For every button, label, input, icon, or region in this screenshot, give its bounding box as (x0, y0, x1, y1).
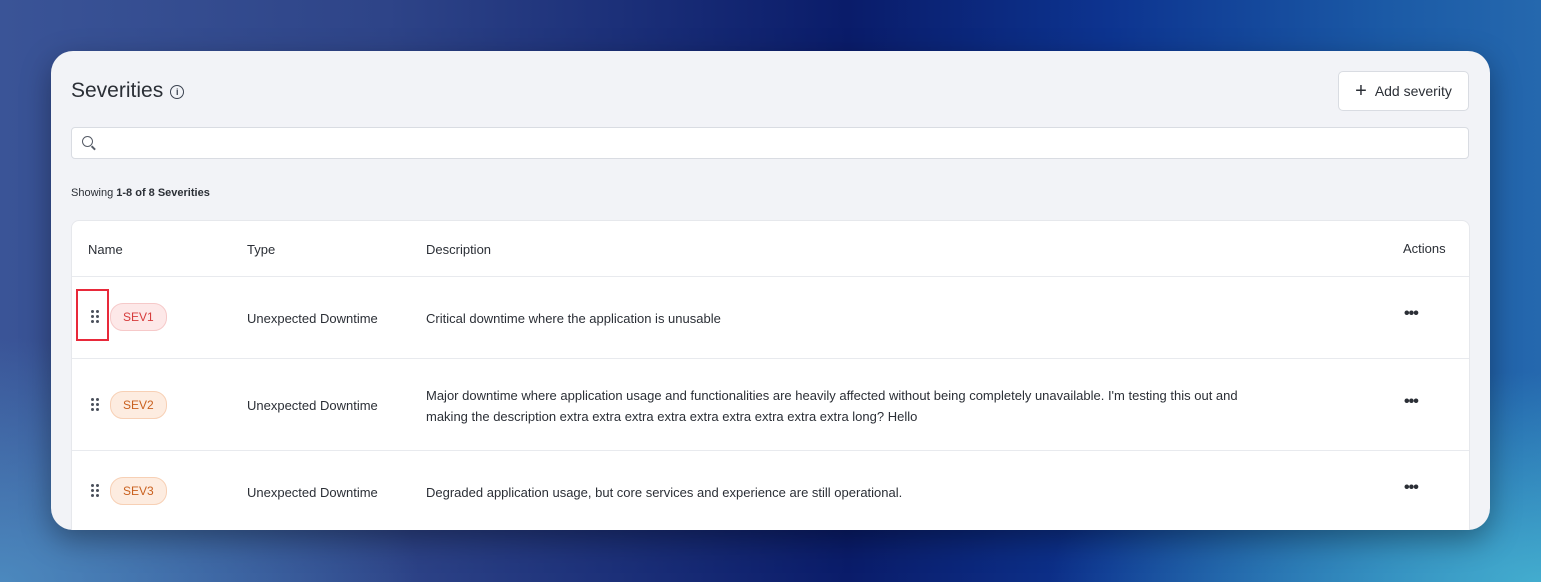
severities-table: Name Type Description Actions SEV1 Unexp… (71, 220, 1470, 530)
severity-description-line1: Major downtime where application usage a… (426, 388, 1238, 403)
page-title-text: Severities (71, 79, 164, 102)
search-input[interactable] (102, 128, 1456, 160)
severity-type: Unexpected Downtime (247, 398, 378, 413)
results-count-prefix: Showing (71, 187, 117, 199)
severity-type: Unexpected Downtime (247, 485, 378, 500)
severity-description: Degraded application usage, but core ser… (426, 485, 903, 500)
column-header-type[interactable]: Type (247, 242, 275, 257)
severity-description: Critical downtime where the application … (426, 311, 721, 326)
table-row: SEV2 Unexpected Downtime Major downtime … (72, 359, 1469, 451)
severities-panel: Severities i + Add severity Showing 1-8 … (51, 51, 1490, 530)
column-header-description[interactable]: Description (426, 242, 491, 257)
severity-badge: SEV2 (110, 391, 167, 419)
severity-type: Unexpected Downtime (247, 311, 378, 326)
drag-handle-icon[interactable] (91, 484, 99, 498)
more-actions-icon[interactable]: ••• (1404, 393, 1419, 411)
column-header-name[interactable]: Name (88, 242, 123, 257)
add-severity-label: Add severity (1374, 83, 1452, 99)
info-icon[interactable]: i (170, 85, 185, 99)
drag-handle-icon[interactable] (91, 398, 99, 412)
column-header-actions: Actions (1403, 241, 1446, 256)
table-row: SEV1 Unexpected Downtime Critical downti… (72, 277, 1469, 359)
severity-badge: SEV3 (110, 477, 167, 505)
results-count-range: 1-8 of 8 Severities (116, 187, 210, 199)
plus-icon: + (1355, 80, 1367, 102)
search-icon (82, 136, 93, 147)
table-header: Name Type Description Actions (72, 221, 1469, 277)
add-severity-button[interactable]: + Add severity (1338, 71, 1469, 111)
page-title: Severities i (71, 79, 185, 103)
search-field[interactable] (71, 127, 1469, 160)
drag-handle-icon[interactable] (91, 310, 99, 324)
severity-description-line2: making the description extra extra extra… (426, 409, 918, 424)
table-row: SEV3 Unexpected Downtime Degraded applic… (72, 451, 1469, 530)
severity-badge: SEV1 (110, 303, 167, 331)
more-actions-icon[interactable]: ••• (1404, 305, 1419, 323)
more-actions-icon[interactable]: ••• (1404, 479, 1419, 497)
results-count: Showing 1-8 of 8 Severities (71, 187, 210, 199)
